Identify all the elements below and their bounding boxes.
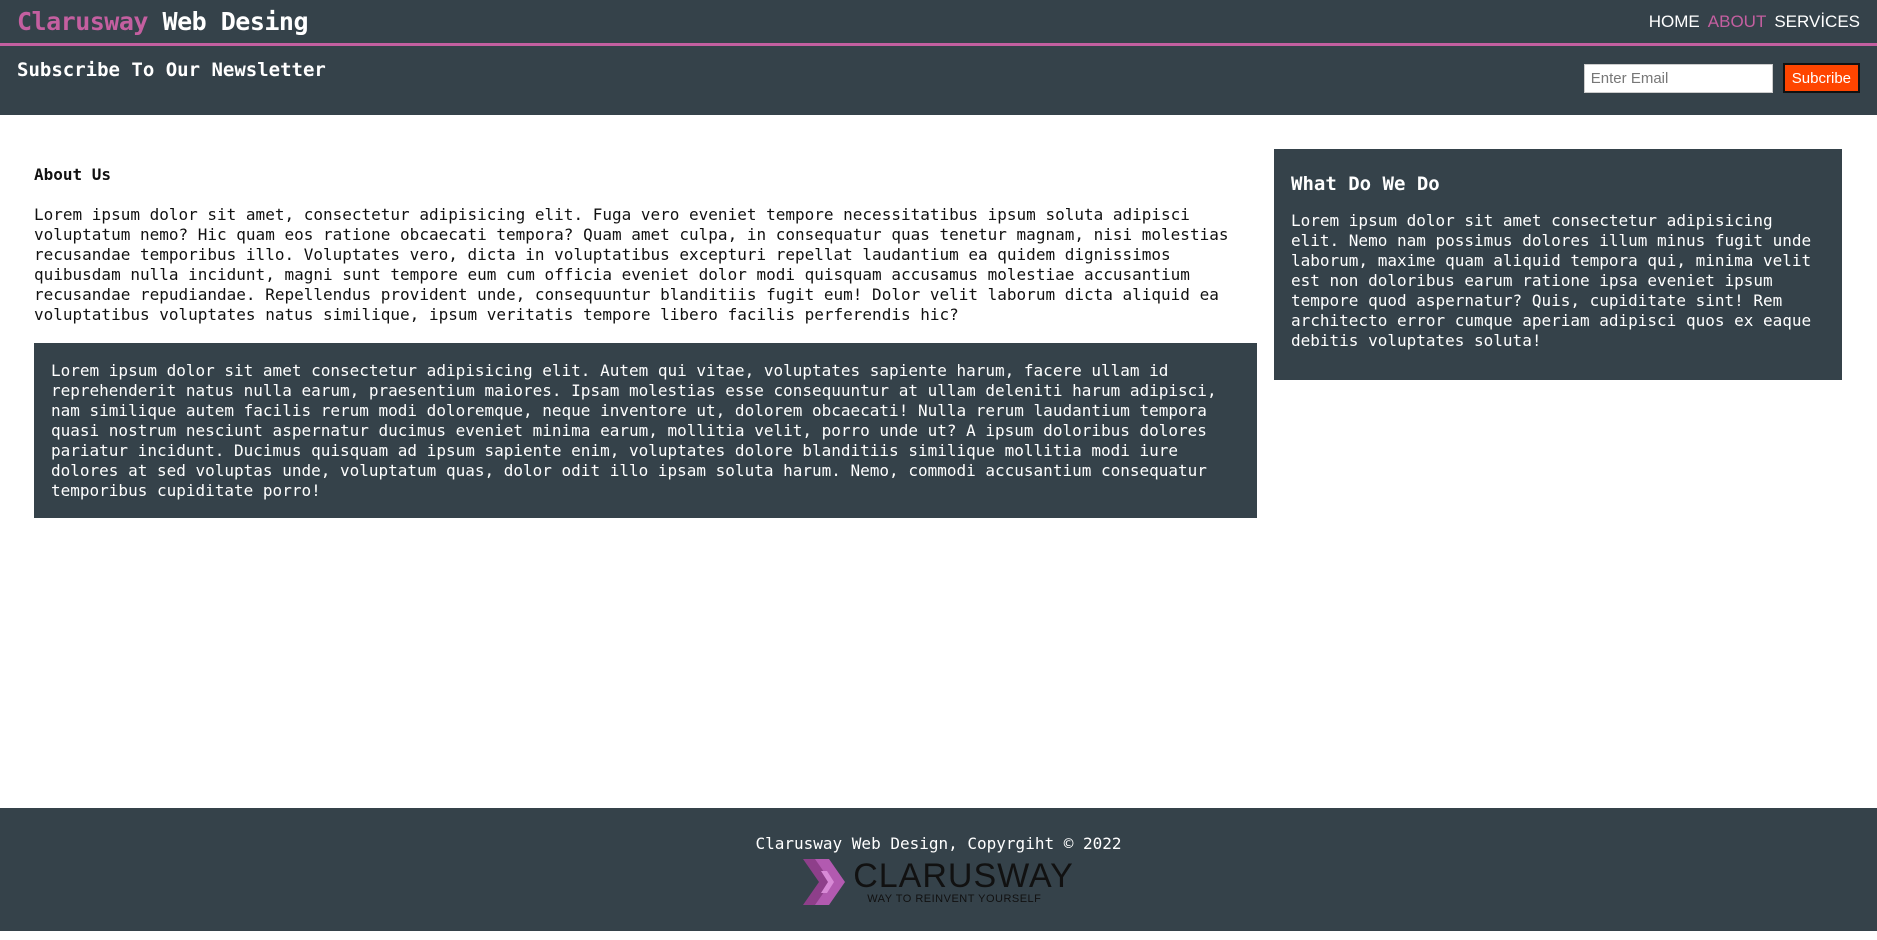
- about-section: About Us Lorem ipsum dolor sit amet, con…: [34, 149, 1257, 808]
- logo-tagline: WAY TO REINVENT YOURSELF: [867, 893, 1042, 905]
- chevron-logo-icon: [803, 857, 847, 907]
- subscribe-button[interactable]: Subcribe: [1782, 63, 1860, 93]
- brand-rest: Web Desing: [147, 7, 309, 36]
- about-text: Lorem ipsum dolor sit amet, consectetur …: [34, 205, 1229, 324]
- newsletter-form: Subcribe: [1583, 63, 1860, 93]
- nav-link-home[interactable]: HOME: [1649, 12, 1700, 32]
- nav-link-services[interactable]: SERVİCES: [1774, 12, 1860, 32]
- sidebar-text: Lorem ipsum dolor sit amet consectetur a…: [1291, 211, 1812, 350]
- about-heading: About Us: [34, 165, 112, 184]
- main-nav: HOME ABOUT SERVİCES: [1649, 12, 1860, 32]
- clarusway-logo: CLARUSWAY WAY TO REINVENT YOURSELF: [803, 857, 1074, 907]
- nav-link-about[interactable]: ABOUT: [1708, 12, 1767, 32]
- logo-wordmark: CLARUSWAY WAY TO REINVENT YOURSELF: [853, 859, 1074, 905]
- site-brand[interactable]: Clarusway Web Desing: [17, 7, 309, 36]
- logo-name: CLARUSWAY: [853, 857, 1074, 895]
- site-footer: Clarusway Web Design, Copyrgiht © 2022 C…: [0, 808, 1877, 931]
- top-bar: Clarusway Web Desing HOME ABOUT SERVİCES: [0, 0, 1877, 46]
- about-box-text: Lorem ipsum dolor sit amet consectetur a…: [51, 361, 1217, 500]
- site-header: Clarusway Web Desing HOME ABOUT SERVİCES…: [0, 0, 1877, 115]
- newsletter-bar: Subscribe To Our Newsletter Subcribe: [0, 46, 1877, 112]
- main-content: About Us Lorem ipsum dolor sit amet, con…: [0, 115, 1877, 808]
- about-dark-box: Lorem ipsum dolor sit amet consectetur a…: [34, 343, 1257, 518]
- newsletter-title: Subscribe To Our Newsletter: [17, 59, 326, 81]
- email-input[interactable]: [1583, 63, 1773, 93]
- brand-highlight: Clarusway: [17, 7, 148, 36]
- footer-copyright: Clarusway Web Design, Copyrgiht © 2022: [755, 834, 1122, 853]
- sidebar-heading: What Do We Do: [1291, 173, 1440, 195]
- what-we-do-sidebar: What Do We Do Lorem ipsum dolor sit amet…: [1274, 149, 1842, 380]
